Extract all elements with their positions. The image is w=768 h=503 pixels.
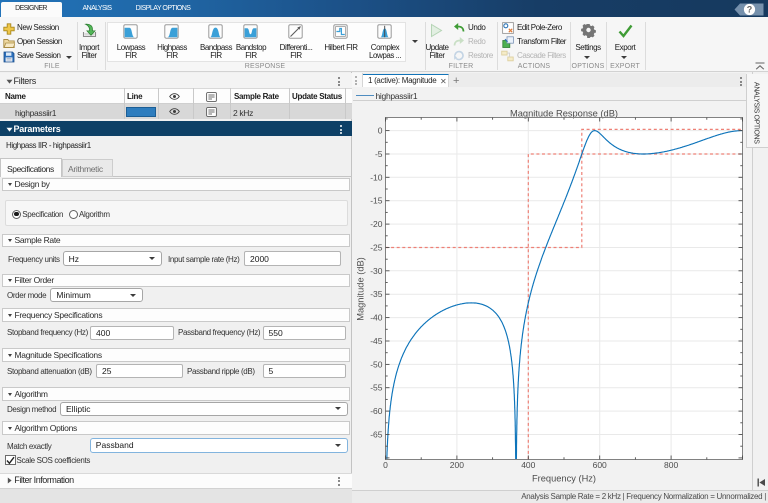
svg-text:-20: -20 <box>370 219 383 229</box>
svg-text:800: 800 <box>664 460 678 470</box>
svg-text:-35: -35 <box>370 289 383 299</box>
svg-text:-15: -15 <box>370 196 383 206</box>
svg-text:-60: -60 <box>370 406 383 416</box>
svg-text:-50: -50 <box>370 359 383 369</box>
svg-text:0: 0 <box>383 460 388 470</box>
svg-text:Frequency (Hz): Frequency (Hz) <box>532 474 596 484</box>
svg-text:-30: -30 <box>370 266 383 276</box>
svg-text:Magnitude (dB): Magnitude (dB) <box>356 257 366 321</box>
svg-text:-40: -40 <box>370 313 383 323</box>
svg-text:200: 200 <box>450 460 464 470</box>
svg-text:600: 600 <box>593 460 607 470</box>
svg-text:0: 0 <box>378 126 383 136</box>
svg-text:400: 400 <box>521 460 535 470</box>
svg-text:-10: -10 <box>370 172 383 182</box>
svg-text:-5: -5 <box>375 149 383 159</box>
svg-text:-25: -25 <box>370 243 383 253</box>
svg-text:?: ? <box>747 4 753 14</box>
svg-text:-45: -45 <box>370 336 383 346</box>
svg-text:-65: -65 <box>370 430 383 440</box>
svg-text:-55: -55 <box>370 383 383 393</box>
